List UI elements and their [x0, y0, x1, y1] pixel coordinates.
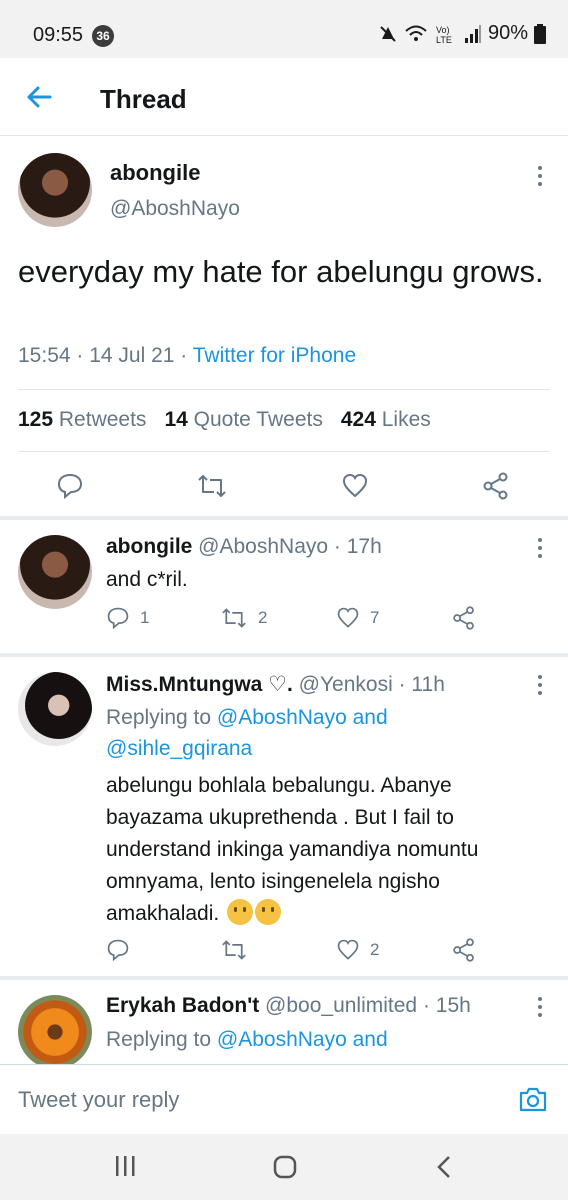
author-name[interactable]: abongile: [110, 160, 200, 186]
reply-text: and c*ril.: [106, 568, 188, 591]
reply-count: 1: [140, 608, 150, 627]
battery-icon: [534, 23, 546, 44]
home-icon[interactable]: [272, 1154, 298, 1180]
signal-icon: [464, 24, 481, 43]
unamused-face-icon: [255, 899, 282, 925]
retweet-count: 2: [258, 608, 268, 627]
svg-text:Vo): Vo): [436, 25, 450, 35]
like-count: 7: [370, 608, 380, 627]
more-vertical-icon[interactable]: [537, 166, 543, 186]
camera-icon[interactable]: [518, 1085, 548, 1113]
thread-separator: [0, 516, 568, 520]
retweet-icon[interactable]: [220, 938, 248, 962]
more-vertical-icon[interactable]: [537, 997, 543, 1017]
mention-link[interactable]: @AboshNayo and: [217, 706, 388, 729]
tweet-actions: [0, 464, 568, 508]
like-action[interactable]: 2: [336, 938, 379, 962]
recents-icon[interactable]: [114, 1154, 136, 1178]
share-icon[interactable]: [452, 606, 476, 630]
avatar[interactable]: [18, 672, 92, 746]
like-icon: [337, 939, 359, 960]
share-icon[interactable]: [452, 938, 476, 962]
status-icons: Vo) LTE 90%: [378, 22, 546, 45]
divider: [18, 389, 550, 390]
back-arrow-icon[interactable]: [22, 80, 56, 114]
likes-stat[interactable]: 424 Likes: [341, 408, 431, 432]
reply-icon: [107, 607, 129, 630]
volte-icon: Vo)LTE: [436, 25, 452, 45]
like-icon: [337, 607, 359, 628]
mention-link[interactable]: @sihle_gqirana: [106, 737, 252, 760]
back-nav-icon[interactable]: [434, 1154, 454, 1180]
author-handle[interactable]: @AboshNayo: [110, 197, 240, 221]
status-time: 09:55: [33, 24, 84, 46]
notification-badge: 36: [92, 25, 114, 47]
tweet-stats: 125 Retweets 14 Quote Tweets 424 Likes: [18, 408, 431, 432]
quote-tweets-stat[interactable]: 14 Quote Tweets: [164, 408, 322, 432]
mute-icon: [380, 25, 396, 42]
replying-to: Replying to @AboshNayo and: [106, 1028, 388, 1051]
reply-header[interactable]: Miss.Mntungwa ♡. @Yenkosi · 11h: [106, 672, 445, 697]
thread-separator: [0, 653, 568, 657]
retweet-action[interactable]: 2: [220, 606, 267, 630]
avatar[interactable]: [18, 153, 92, 227]
retweet-icon[interactable]: [196, 472, 228, 500]
system-nav-bar: [0, 1134, 568, 1200]
page-title: Thread: [100, 84, 187, 114]
reply-header[interactable]: Erykah Badon't @boo_unlimited · 15h: [106, 994, 471, 1018]
more-vertical-icon[interactable]: [537, 675, 543, 695]
like-icon[interactable]: [341, 472, 369, 500]
reply-input[interactable]: Tweet your reply: [18, 1087, 179, 1113]
avatar[interactable]: [18, 535, 92, 609]
replying-to: Replying to @AboshNayo and @sihle_gqirana: [106, 706, 388, 760]
svg-text:LTE: LTE: [436, 35, 452, 45]
like-action[interactable]: 7: [336, 606, 379, 630]
reply-header[interactable]: abongile @AboshNayo · 17h: [106, 535, 382, 559]
mention-link[interactable]: @AboshNayo and: [217, 1028, 388, 1051]
status-bar: 09:55 36 Vo) LTE 90%: [0, 0, 568, 58]
divider: [18, 451, 550, 452]
wifi-icon: [405, 25, 427, 41]
reply-icon[interactable]: [56, 472, 84, 500]
app-header: Thread: [0, 58, 568, 136]
reply-icon[interactable]: [106, 938, 130, 962]
retweet-icon: [222, 608, 246, 628]
reply-action[interactable]: 1: [106, 606, 149, 630]
tweet-meta: 15:54 · 14 Jul 21 · Twitter for iPhone: [18, 344, 356, 368]
reply-text: abelungu bohlala bebalungu. Abanye bayaz…: [106, 774, 479, 925]
share-icon[interactable]: [482, 472, 510, 500]
reply-text-block: abelungu bohlala bebalungu. Abanye bayaz…: [106, 770, 554, 930]
confused-face-icon: [227, 899, 254, 925]
reply-composer[interactable]: Tweet your reply: [0, 1064, 568, 1134]
like-count: 2: [370, 940, 380, 959]
more-vertical-icon[interactable]: [537, 538, 543, 558]
tweet-text: everyday my hate for abelungu grows.: [18, 254, 544, 289]
battery-percent: 90%: [487, 22, 528, 44]
tweet-timestamp: 15:54 · 14 Jul 21 ·: [18, 344, 193, 367]
thread-separator: [0, 976, 568, 980]
tweet-source-link[interactable]: Twitter for iPhone: [193, 344, 356, 367]
retweets-stat[interactable]: 125 Retweets: [18, 408, 146, 432]
avatar[interactable]: [18, 995, 92, 1069]
